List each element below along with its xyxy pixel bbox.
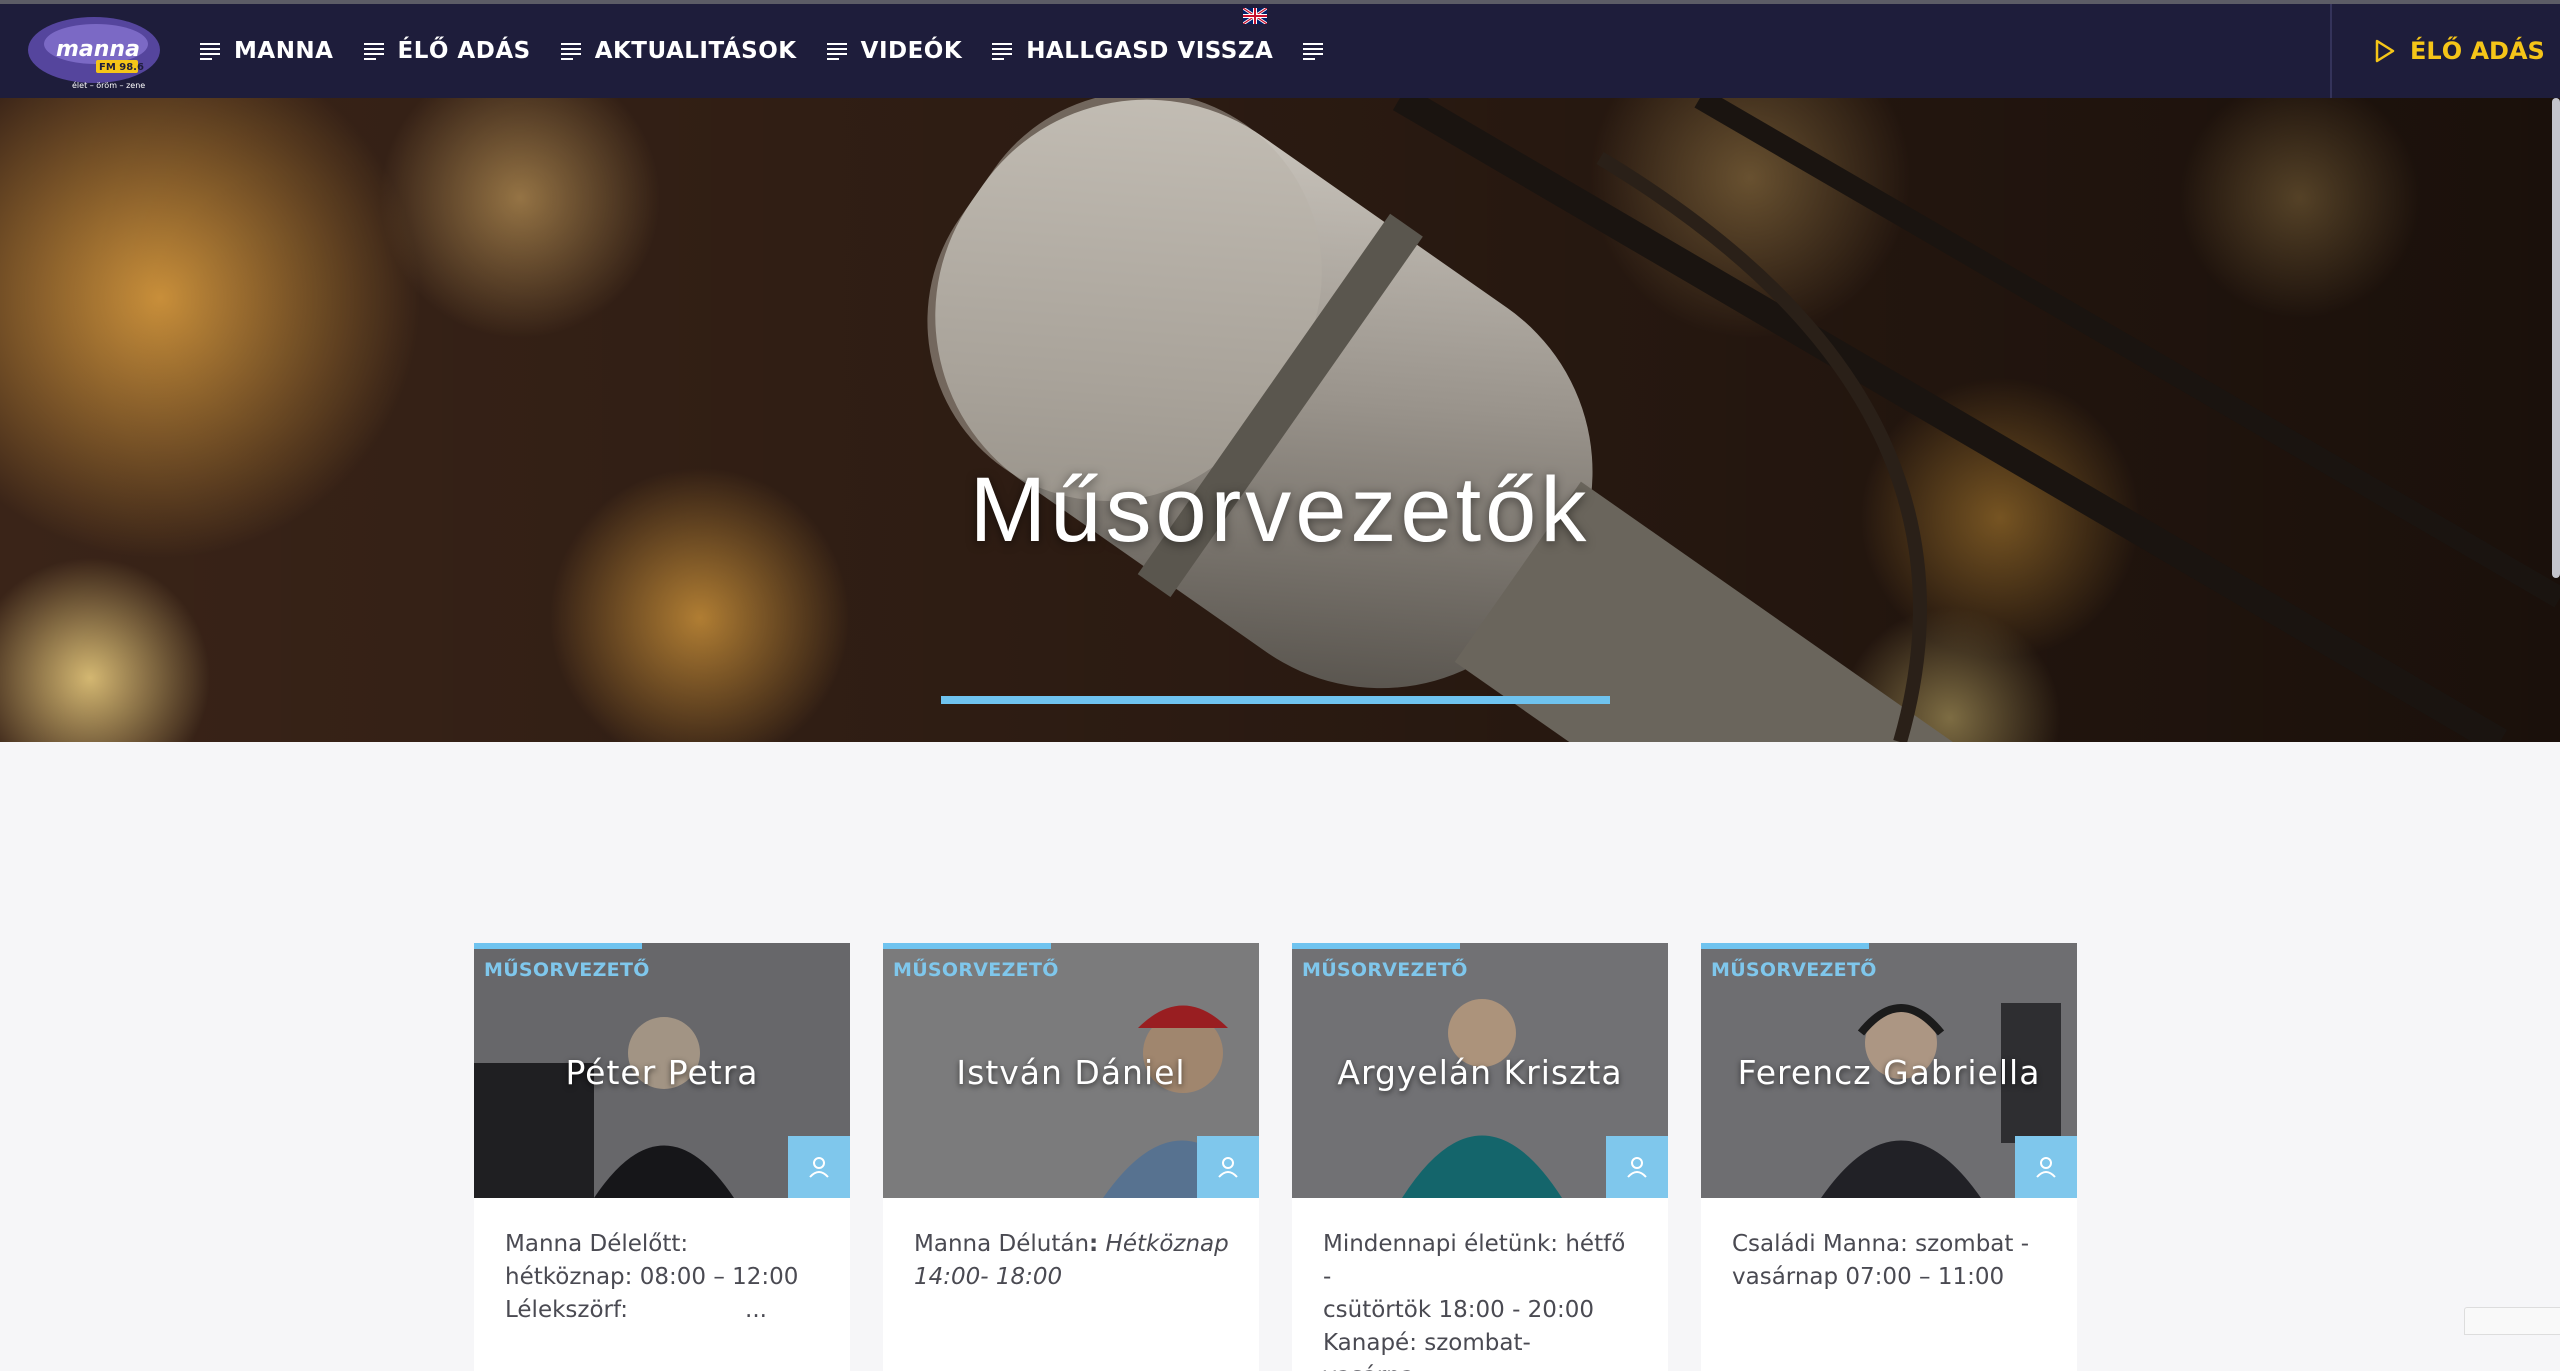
menu-item-label: AKTUALITÁSOK	[594, 38, 797, 64]
card-category: MŰSORVEZETŐ	[1302, 959, 1468, 981]
card-text-line: Kanapé: szombat- vasárna...	[1323, 1330, 1531, 1371]
live-broadcast-button[interactable]: ÉLŐ ADÁS	[2374, 4, 2545, 98]
menu-item-videok[interactable]: VIDEÓK	[826, 38, 963, 64]
presenter-photo[interactable]: MŰSORVEZETŐ István Dániel	[883, 943, 1259, 1198]
card-text-line: hétköznap: 08:00 – 12:00	[505, 1264, 799, 1290]
card-text-line: 14:00- 18:00	[914, 1261, 1229, 1294]
presenter-card: MŰSORVEZETŐ Péter Petra Manna Délelőtt: …	[474, 943, 850, 1371]
menu-item-label: HALLGASD VISSZA	[1026, 38, 1274, 64]
menu-lines-icon	[363, 43, 384, 60]
presenter-card: MŰSORVEZETŐ Argyelán Kriszta Mindennapi …	[1292, 943, 1668, 1371]
menu-item-label: VIDEÓK	[860, 38, 963, 64]
menu-lines-icon	[200, 43, 220, 60]
menu-lines-icon	[560, 43, 581, 60]
card-text-line: Mindennapi életünk: hétfő -	[1323, 1231, 1626, 1290]
logo-tagline: élet – öröm – zene	[72, 80, 145, 90]
uk-flag-icon[interactable]	[1243, 8, 1267, 24]
profile-button[interactable]	[1606, 1136, 1668, 1198]
microphone-background-image	[0, 98, 2560, 742]
card-text-segment: Manna Délután	[914, 1231, 1090, 1257]
user-icon	[809, 1157, 829, 1178]
logo-frequency: FM 98.6	[99, 62, 144, 73]
profile-button[interactable]	[788, 1136, 850, 1198]
card-text-italic: Hétköznap	[1098, 1231, 1229, 1257]
card-text-line: vasárnap 07:00 – 11:00	[1732, 1264, 2005, 1290]
card-accent-bar	[474, 943, 642, 949]
page-title: Műsorvezetők	[969, 459, 1591, 561]
presenter-card: MŰSORVEZETŐ Ferencz Gabriella Családi Ma…	[1701, 943, 2077, 1371]
main-navigation: manna FM 98.6 élet – öröm – zene MANNA É…	[0, 4, 2560, 98]
card-description: Manna Délután: Hétköznap 14:00- 18:00	[883, 1198, 1259, 1371]
menu-item-label: MANNA	[234, 38, 334, 64]
user-icon	[2036, 1157, 2056, 1178]
presenter-photo[interactable]: MŰSORVEZETŐ Ferencz Gabriella	[1701, 943, 2077, 1198]
presenter-card: MŰSORVEZETŐ István Dániel Manna Délután:…	[883, 943, 1259, 1371]
recaptcha-badge[interactable]	[2464, 1307, 2560, 1335]
hero-banner: Műsorvezetők	[0, 98, 2560, 742]
user-icon	[1627, 1157, 1647, 1178]
card-description: Mindennapi életünk: hétfő - csütörtök 18…	[1292, 1198, 1668, 1371]
presenter-photo[interactable]: MŰSORVEZETŐ Argyelán Kriszta	[1292, 943, 1668, 1198]
menu-lines-icon	[992, 43, 1013, 60]
menu-list: MANNA ÉLŐ ADÁS AKTUALITÁSOK VIDEÓK HALLG…	[200, 4, 1353, 98]
presenter-name: Ferencz Gabriella	[1737, 1053, 2041, 1092]
scrollbar-thumb[interactable]	[2552, 98, 2560, 578]
card-text-line: Manna Délelőtt:	[505, 1231, 689, 1257]
menu-item-label: ÉLŐ ADÁS	[397, 38, 531, 64]
card-category: MŰSORVEZETŐ	[893, 959, 1059, 981]
menu-item-aktualitasok[interactable]: AKTUALITÁSOK	[560, 38, 797, 64]
menu-item-hallgasd-vissza[interactable]: HALLGASD VISSZA	[992, 38, 1273, 64]
presenter-name: István Dániel	[956, 1053, 1186, 1092]
card-description: Manna Délelőtt: hétköznap: 08:00 – 12:00…	[474, 1198, 850, 1371]
presenter-photo[interactable]: MŰSORVEZETŐ Péter Petra	[474, 943, 850, 1198]
profile-button[interactable]	[2015, 1136, 2077, 1198]
play-icon	[2375, 39, 2395, 63]
menu-item-manna[interactable]: MANNA	[200, 38, 334, 64]
card-accent-bar	[1701, 943, 1869, 949]
card-text-line: csütörtök 18:00 - 20:00	[1323, 1297, 1594, 1323]
card-text-separator: :	[1089, 1231, 1099, 1257]
card-description: Családi Manna: szombat - vasárnap 07:00 …	[1701, 1198, 2077, 1371]
menu-lines-icon	[826, 43, 847, 60]
card-category: MŰSORVEZETŐ	[484, 959, 650, 981]
menu-lines-icon	[1303, 43, 1324, 60]
title-underline	[941, 696, 1610, 704]
menu-item-elo-adas[interactable]: ÉLŐ ADÁS	[363, 38, 531, 64]
profile-button[interactable]	[1197, 1136, 1259, 1198]
menu-item-more[interactable]	[1303, 41, 1324, 61]
presenter-name: Argyelán Kriszta	[1337, 1053, 1623, 1092]
manna-fm-logo[interactable]: manna FM 98.6 élet – öröm – zene	[26, 14, 162, 90]
card-text-line: Családi Manna: szombat -	[1732, 1231, 2030, 1257]
card-text-line: Manna Délután: Hétköznap	[914, 1228, 1229, 1261]
user-icon	[1218, 1157, 1238, 1178]
card-category: MŰSORVEZETŐ	[1711, 959, 1877, 981]
logo-wordmark: manna	[56, 37, 140, 62]
live-broadcast-label: ÉLŐ ADÁS	[2410, 37, 2545, 65]
presenter-name: Péter Petra	[565, 1053, 759, 1092]
card-accent-bar	[883, 943, 1051, 949]
card-text-line: Lélekszörf: ...	[505, 1297, 767, 1323]
card-accent-bar	[1292, 943, 1460, 949]
card-text-italic: 14:00- 18:00	[914, 1264, 1063, 1290]
presenters-grid: MŰSORVEZETŐ Péter Petra Manna Délelőtt: …	[474, 943, 2110, 1371]
nav-divider	[2330, 4, 2332, 98]
